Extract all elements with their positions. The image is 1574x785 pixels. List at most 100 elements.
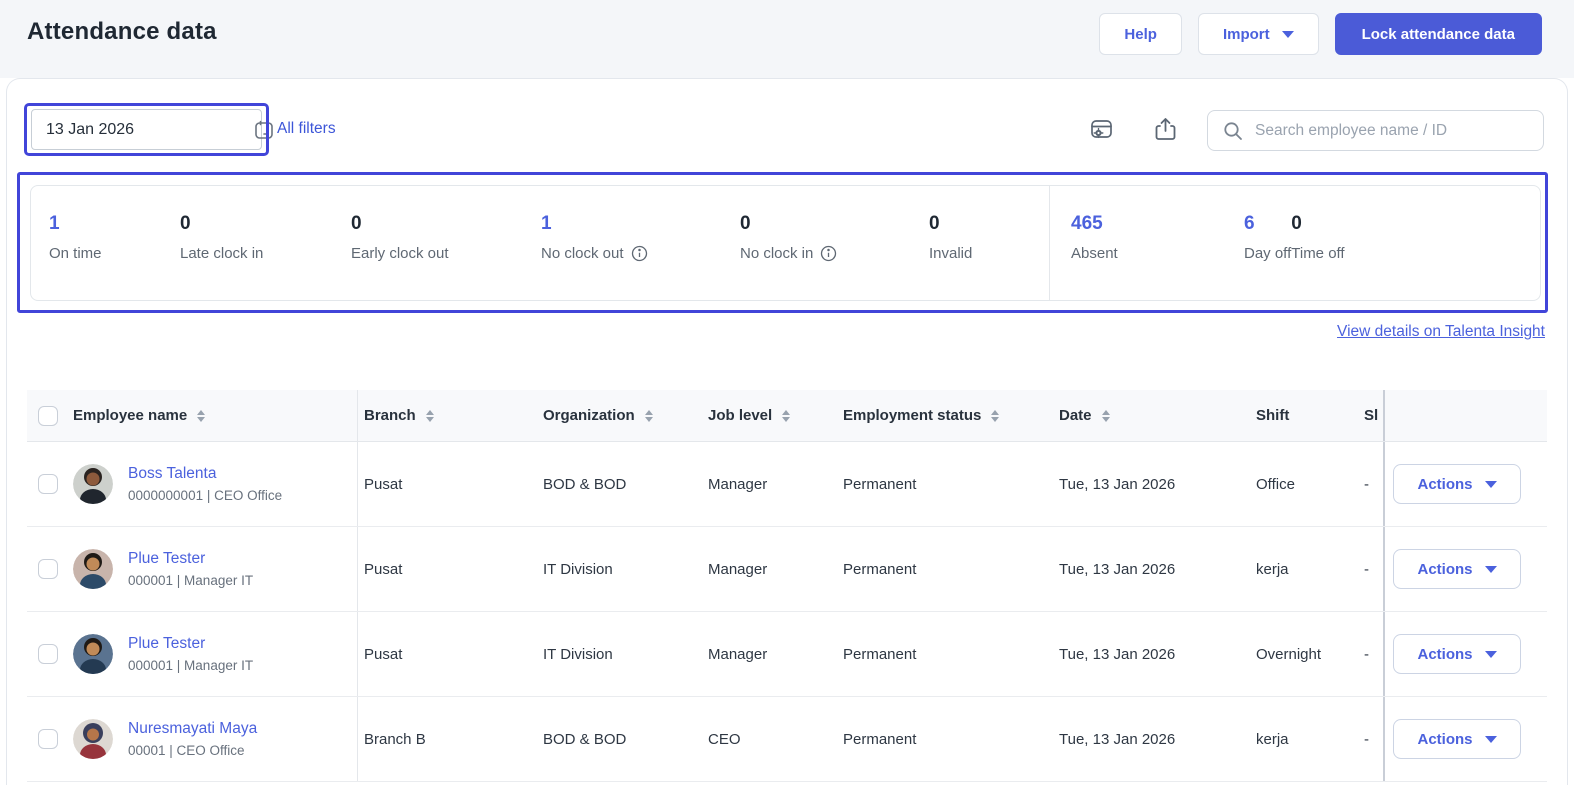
attendance-settings-icon[interactable] bbox=[1084, 112, 1118, 146]
stat-label: Absent bbox=[1071, 245, 1118, 262]
stat-label: Time off bbox=[1291, 245, 1345, 262]
stat-label: Late clock in bbox=[180, 245, 264, 262]
caret-down-icon bbox=[1484, 480, 1497, 488]
sort-icon[interactable] bbox=[782, 409, 791, 422]
stats-divider bbox=[1049, 186, 1050, 300]
cell-job-level: CEO bbox=[708, 730, 741, 748]
col-job-level[interactable]: Job level bbox=[708, 407, 772, 424]
cell-organization: BOD & BOD bbox=[543, 730, 627, 748]
table-row: Plue Tester 000001 | Manager IT Pusat IT… bbox=[27, 527, 1547, 612]
stat-time-off: 0 Time off bbox=[1291, 186, 1344, 300]
stat-day-off: 6 Day off bbox=[1244, 186, 1291, 300]
caret-down-icon bbox=[1281, 30, 1294, 38]
stat-label: No clock in bbox=[740, 245, 814, 262]
search-icon bbox=[1222, 120, 1244, 142]
col-organization[interactable]: Organization bbox=[543, 407, 635, 424]
info-icon[interactable] bbox=[631, 245, 648, 262]
row-checkbox[interactable] bbox=[38, 729, 58, 749]
stat-value: 465 bbox=[1071, 213, 1103, 234]
sort-icon[interactable] bbox=[991, 409, 1000, 422]
actions-button[interactable]: Actions bbox=[1393, 634, 1521, 674]
cell-date: Tue, 13 Jan 2026 bbox=[1059, 730, 1176, 748]
sort-icon[interactable] bbox=[425, 409, 434, 422]
toolbar-icons bbox=[1084, 112, 1182, 146]
cell-date: Tue, 13 Jan 2026 bbox=[1059, 560, 1176, 578]
employee-meta: 00001 | CEO Office bbox=[128, 743, 245, 758]
employee-name-link[interactable]: Plue Tester bbox=[128, 550, 253, 568]
employee-name-link[interactable]: Plue Tester bbox=[128, 635, 253, 653]
help-button[interactable]: Help bbox=[1099, 13, 1182, 55]
select-all-checkbox[interactable] bbox=[38, 405, 58, 426]
table-header-row: Employee name Branch Organization Job le… bbox=[27, 390, 1547, 442]
col-employee-name[interactable]: Employee name bbox=[73, 407, 187, 424]
info-icon[interactable] bbox=[820, 245, 837, 262]
sort-icon[interactable] bbox=[1101, 409, 1110, 422]
caret-down-icon bbox=[1484, 650, 1497, 658]
row-checkbox[interactable] bbox=[38, 474, 58, 494]
caret-down-icon bbox=[1484, 735, 1497, 743]
stat-label: Day off bbox=[1244, 245, 1292, 262]
table-row: Nuresmayati Maya 00001 | CEO Office Bran… bbox=[27, 697, 1547, 782]
avatar bbox=[73, 464, 113, 504]
cell-shift: Overnight bbox=[1256, 645, 1322, 663]
avatar bbox=[73, 719, 113, 759]
actions-button-label: Actions bbox=[1417, 645, 1473, 663]
stat-invalid: 0 Invalid bbox=[929, 186, 1049, 300]
cell-shift: kerja bbox=[1256, 560, 1289, 578]
export-icon[interactable] bbox=[1148, 112, 1182, 146]
cell-job-level: Manager bbox=[708, 645, 768, 663]
cell-employment-status: Permanent bbox=[843, 475, 917, 493]
col-employment-status[interactable]: Employment status bbox=[843, 407, 981, 424]
employee-name-link[interactable]: Boss Talenta bbox=[128, 465, 282, 483]
sort-icon[interactable] bbox=[197, 409, 206, 422]
talenta-insight-link[interactable]: View details on Talenta Insight bbox=[1337, 323, 1545, 341]
employee-name-link[interactable]: Nuresmayati Maya bbox=[128, 720, 257, 738]
actions-button-label: Actions bbox=[1417, 560, 1473, 578]
stat-value: 1 bbox=[49, 213, 60, 234]
col-shift-in-clipped: Sl bbox=[1364, 407, 1379, 424]
row-checkbox[interactable] bbox=[38, 644, 58, 664]
stat-early-clock-out: 0 Early clock out bbox=[351, 186, 541, 300]
stat-value: 0 bbox=[351, 213, 362, 234]
col-shift: Shift bbox=[1256, 407, 1290, 424]
stat-label: Invalid bbox=[929, 245, 973, 262]
top-bar: Attendance data Help Import Lock attenda… bbox=[0, 0, 1574, 78]
stat-on-time: 1 On time bbox=[49, 186, 180, 300]
cell-employment-status: Permanent bbox=[843, 560, 917, 578]
cell-employment-status: Permanent bbox=[843, 645, 917, 663]
actions-button[interactable]: Actions bbox=[1393, 719, 1521, 759]
date-filter-field[interactable] bbox=[31, 109, 273, 150]
col-branch[interactable]: Branch bbox=[364, 407, 416, 424]
actions-button[interactable]: Actions bbox=[1393, 549, 1521, 589]
attendance-table: Employee name Branch Organization Job le… bbox=[27, 390, 1547, 782]
cell-organization: IT Division bbox=[543, 645, 613, 663]
cell-employment-status: Permanent bbox=[843, 730, 917, 748]
stat-value: 6 bbox=[1244, 213, 1255, 234]
row-checkbox[interactable] bbox=[38, 559, 58, 579]
lock-attendance-button[interactable]: Lock attendance data bbox=[1334, 13, 1542, 55]
cell-shift: Office bbox=[1256, 475, 1295, 493]
actions-button-label: Actions bbox=[1417, 730, 1473, 748]
stat-no-clock-out: 1 No clock out bbox=[541, 186, 740, 300]
stat-label: No clock out bbox=[541, 245, 624, 262]
import-button[interactable]: Import bbox=[1197, 13, 1319, 55]
cell-date: Tue, 13 Jan 2026 bbox=[1059, 475, 1176, 493]
cell-branch: Pusat bbox=[357, 442, 543, 526]
all-filters-link[interactable]: All filters bbox=[277, 120, 336, 138]
table-row: Plue Tester 000001 | Manager IT Pusat IT… bbox=[27, 612, 1547, 697]
search-box[interactable] bbox=[1207, 110, 1544, 151]
actions-button[interactable]: Actions bbox=[1393, 464, 1521, 504]
stat-value: 0 bbox=[740, 213, 751, 234]
date-filter-input[interactable] bbox=[46, 120, 253, 139]
cell-date: Tue, 13 Jan 2026 bbox=[1059, 645, 1176, 663]
sort-icon[interactable] bbox=[644, 409, 653, 422]
stat-late-clock-in: 0 Late clock in bbox=[180, 186, 351, 300]
cell-shift-in: - bbox=[1364, 475, 1369, 493]
cell-job-level: Manager bbox=[708, 560, 768, 578]
employee-meta: 000001 | Manager IT bbox=[128, 658, 254, 673]
search-input[interactable] bbox=[1255, 121, 1531, 140]
table-row: Boss Talenta 0000000001 | CEO Office Pus… bbox=[27, 442, 1547, 527]
col-date[interactable]: Date bbox=[1059, 407, 1092, 424]
avatar bbox=[73, 549, 113, 589]
cell-job-level: Manager bbox=[708, 475, 768, 493]
